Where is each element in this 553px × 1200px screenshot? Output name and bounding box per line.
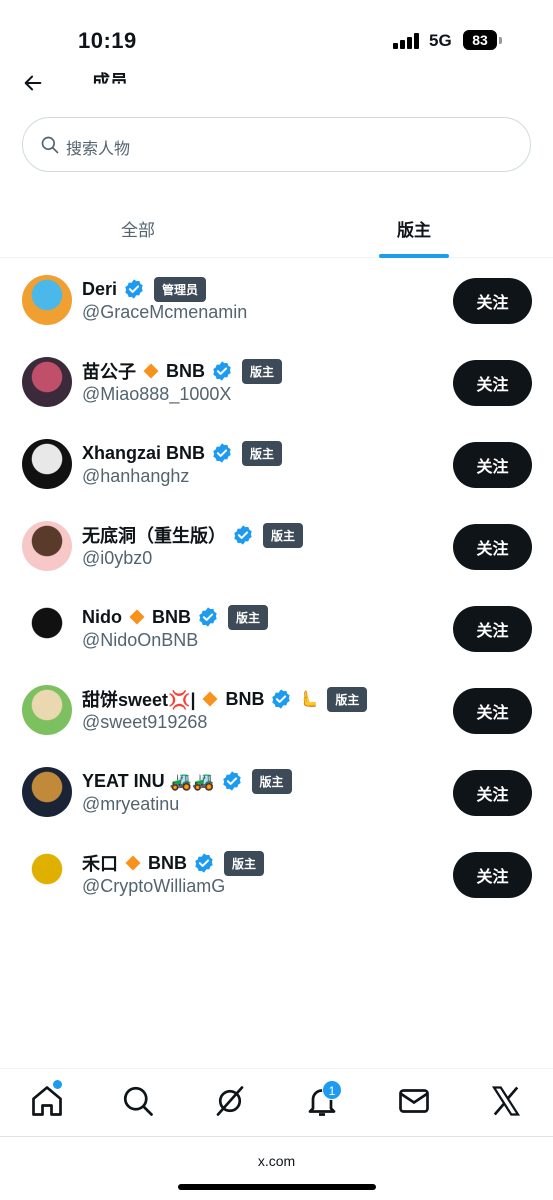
follow-button[interactable]: 关注 — [453, 360, 532, 406]
member-row[interactable]: Deri 管理员 @GraceMcmenamin 关注 — [0, 260, 553, 342]
active-tab-indicator — [379, 254, 449, 258]
notification-count-badge: 1 — [322, 1080, 342, 1100]
messages-mail-icon[interactable] — [396, 1083, 432, 1119]
verified-badge-icon — [222, 771, 241, 791]
orange-diamond-icon — [202, 691, 218, 707]
follow-button[interactable]: 关注 — [453, 770, 532, 816]
verified-badge-icon — [234, 525, 252, 545]
member-name-line: 无底洞（重生版） 版主 — [82, 522, 304, 548]
member-handle: @hanhanghz — [82, 466, 190, 486]
follow-button[interactable]: 关注 — [453, 852, 532, 898]
verified-badge-icon — [199, 607, 217, 627]
member-list: Deri 管理员 @GraceMcmenamin 关注 苗公子 BNB 版主 @Miao888… — [0, 260, 553, 916]
avatar[interactable] — [22, 357, 72, 407]
member-tabs: 全部 版主 — [0, 196, 553, 258]
battery-cap — [499, 37, 502, 44]
member-handle: @sweet919268 — [82, 712, 208, 732]
member-name: 无底洞（重生版） — [82, 526, 226, 546]
role-badge: 版主 — [224, 850, 265, 876]
explore-search-icon[interactable] — [120, 1083, 156, 1119]
role-badge: 管理员 — [154, 276, 207, 302]
member-name-line: YEAT INU 🚜🚜 版主 — [82, 768, 292, 794]
orange-diamond-icon — [143, 363, 159, 379]
page-header: 成员 — [0, 64, 553, 100]
member-handle: @CryptoWilliamG — [82, 876, 226, 896]
verified-badge-icon — [213, 443, 231, 463]
member-name: 禾口 — [82, 854, 118, 874]
member-name: YEAT INU 🚜🚜 — [82, 770, 215, 791]
role-badge: 版主 — [242, 440, 283, 466]
search-icon — [41, 136, 59, 154]
member-name: Nido — [82, 606, 122, 627]
bottom-navigation — [0, 1068, 553, 1136]
x-logo-icon[interactable] — [488, 1083, 524, 1119]
orange-diamond-icon — [129, 609, 145, 625]
network-type: 5G — [429, 31, 452, 50]
avatar[interactable] — [22, 849, 72, 899]
member-row[interactable]: Xhangzai BNB 版主 @hanhanghz 关注 — [0, 424, 553, 506]
verified-badge-icon — [213, 361, 231, 381]
role-badge: 版主 — [327, 686, 368, 712]
tab-moderators[interactable]: 版主 — [276, 196, 552, 258]
follow-button[interactable]: 关注 — [453, 606, 532, 652]
browser-url-bar[interactable]: x.com — [0, 1136, 553, 1200]
member-handle: @Miao888_1000X — [82, 384, 232, 404]
member-name-suffix: BNB — [225, 688, 265, 709]
member-row[interactable]: Nido BNB 版主 @NidoOnBNB 关注 — [0, 588, 553, 670]
role-badge: 版主 — [263, 522, 304, 548]
verified-badge-icon — [125, 279, 143, 299]
verified-badge-icon — [272, 689, 291, 709]
search-input[interactable]: 搜索人物 — [22, 117, 531, 172]
role-badge: 版主 — [251, 768, 292, 794]
follow-button[interactable]: 关注 — [453, 442, 532, 488]
member-handle: @NidoOnBNB — [82, 630, 199, 650]
member-name: 甜饼sweet💢| — [82, 690, 196, 710]
verified-badge-icon — [195, 853, 213, 873]
member-row[interactable]: 甜饼sweet💢| BNB 🫷 版主 @sweet919268 关注 — [0, 670, 553, 752]
avatar[interactable] — [22, 275, 72, 325]
member-handle: @mryeatinu — [82, 794, 180, 814]
member-name-suffix: BNB — [152, 606, 191, 627]
follow-button[interactable]: 关注 — [453, 524, 532, 570]
cellular-signal-icon — [393, 33, 421, 49]
member-name-suffix: BNB — [148, 852, 187, 873]
hand-emoji: 🫷 — [298, 691, 319, 708]
member-row[interactable]: 无底洞（重生版） 版主 @i0ybz0 关注 — [0, 506, 553, 588]
member-row[interactable]: 禾口 BNB 版主 @CryptoWilliamG 关注 — [0, 834, 553, 916]
search-placeholder: 搜索人物 — [66, 141, 131, 158]
member-name-line: Nido BNB 版主 — [82, 604, 269, 630]
back-arrow-icon[interactable] — [22, 72, 44, 94]
avatar[interactable] — [22, 603, 72, 653]
role-badge: 版主 — [228, 604, 269, 630]
member-name: 苗公子 — [82, 362, 136, 382]
follow-button[interactable]: 关注 — [453, 278, 532, 324]
role-badge: 版主 — [242, 358, 283, 384]
avatar[interactable] — [22, 521, 72, 571]
avatar[interactable] — [22, 439, 72, 489]
grok-icon[interactable] — [212, 1083, 248, 1119]
member-handle: @i0ybz0 — [82, 548, 153, 568]
member-name-line: 禾口 BNB 版主 — [82, 850, 265, 876]
member-name-line: Deri 管理员 — [82, 276, 207, 302]
page-title: 成员 — [92, 72, 128, 92]
member-row[interactable]: 苗公子 BNB 版主 @Miao888_1000X 关注 — [0, 342, 553, 424]
home-indicator — [178, 1184, 376, 1190]
follow-button[interactable]: 关注 — [453, 688, 532, 734]
member-name: Deri — [82, 278, 118, 299]
member-name: Xhangzai BNB — [82, 442, 206, 463]
member-name-suffix: BNB — [166, 360, 205, 381]
orange-diamond-icon — [125, 855, 141, 871]
avatar[interactable] — [22, 685, 72, 735]
avatar[interactable] — [22, 767, 72, 817]
url-text: x.com — [257, 1153, 296, 1169]
home-unread-dot — [53, 1080, 62, 1089]
tab-all[interactable]: 全部 — [0, 196, 276, 258]
status-time: 10:19 — [78, 28, 137, 53]
member-handle: @GraceMcmenamin — [82, 302, 248, 322]
member-name-line: Xhangzai BNB 版主 — [82, 440, 283, 466]
member-name-line: 苗公子 BNB 版主 — [82, 358, 283, 384]
member-name-line: 甜饼sweet💢| BNB 🫷 版主 — [82, 686, 368, 712]
member-row[interactable]: YEAT INU 🚜🚜 版主 @mryeatinu 关注 — [0, 752, 553, 834]
battery-icon: 83 — [463, 30, 497, 50]
